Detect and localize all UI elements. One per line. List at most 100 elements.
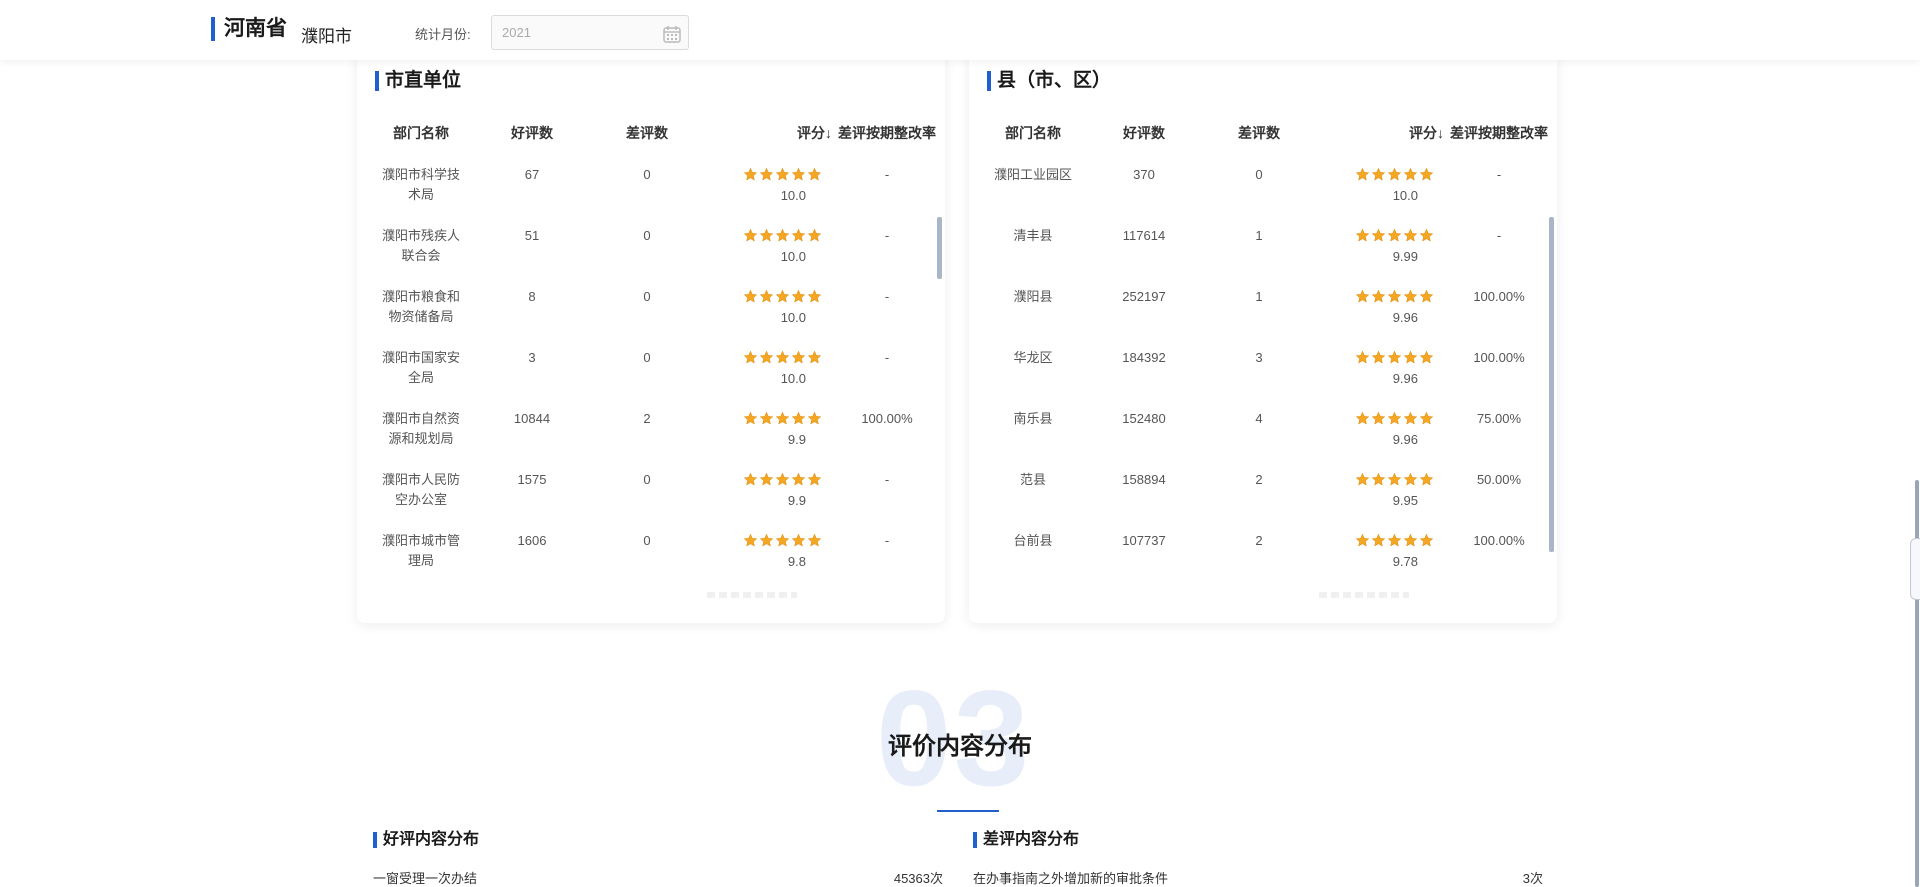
star-icon <box>1355 228 1370 243</box>
bad-count: 0 <box>643 472 651 487</box>
good-count: 370 <box>1133 167 1155 182</box>
table-scrollbar[interactable] <box>1549 165 1554 552</box>
dept-name: 濮阳市城市管理局 <box>381 533 460 568</box>
city-selector[interactable]: 濮阳市 <box>301 22 352 47</box>
month-picker-input[interactable]: 2021 <box>491 15 689 50</box>
col-score-sort[interactable]: 评分↓ <box>702 123 832 143</box>
section-underline <box>937 810 999 812</box>
star-icon <box>743 533 758 548</box>
star-icon <box>775 533 790 548</box>
rating-stars <box>1314 228 1434 244</box>
bad-dist-item-label: 在办事指南之外增加新的审批条件 <box>973 871 1169 886</box>
star-icon <box>759 289 774 304</box>
col-name: 部门名称 <box>1005 125 1061 141</box>
star-icon <box>1403 228 1418 243</box>
star-icon <box>1387 289 1402 304</box>
rating-cell: 9.96 <box>1314 287 1434 328</box>
col-bad: 差评数 <box>626 125 668 141</box>
score-value: 10.0 <box>780 310 806 325</box>
table-row[interactable]: 濮阳市国家安全局 3 0 10.0 - <box>357 348 945 409</box>
table-row[interactable]: 华龙区 184392 3 9.96 100.00% <box>969 348 1557 409</box>
rating-cell: 10.0 <box>702 287 822 328</box>
table-row[interactable]: 濮阳县 252197 1 9.96 100.00% <box>969 287 1557 348</box>
table-row[interactable]: 清丰县 117614 1 9.99 - <box>969 226 1557 287</box>
calendar-icon[interactable] <box>662 23 682 43</box>
dept-name: 清丰县 <box>1013 228 1053 243</box>
star-icon <box>807 411 822 426</box>
bad-count: 1 <box>1255 228 1263 243</box>
table-row[interactable]: 南乐县 152480 4 9.96 75.00% <box>969 409 1557 470</box>
good-count: 158894 <box>1122 472 1166 487</box>
top-header: 河南省 濮阳市 统计月份: 2021 <box>0 0 1920 60</box>
star-icon <box>791 167 806 182</box>
score-value: 9.96 <box>1392 371 1418 386</box>
good-count: 3 <box>528 350 536 365</box>
star-icon <box>1403 411 1418 426</box>
table-body[interactable]: 濮阳工业园区 370 0 10.0 - 清丰县 117614 1 9.99 - 濮阳县 252197 1… <box>969 165 1557 623</box>
score-value: 9.78 <box>1392 554 1418 569</box>
star-icon <box>1419 533 1434 548</box>
rating-stars <box>702 411 822 427</box>
rating-cell: 10.0 <box>702 348 822 389</box>
dept-name: 濮阳市国家安全局 <box>381 350 460 385</box>
star-icon <box>807 350 822 365</box>
bad-dist-item-count: 3次 <box>1522 871 1543 886</box>
rectify-rate: - <box>884 228 890 243</box>
rectify-rate: - <box>884 167 890 182</box>
rating-cell: 9.9 <box>702 409 822 450</box>
dept-name: 范县 <box>1019 472 1046 487</box>
table-body[interactable]: 濮阳市科学技术局 67 0 10.0- 濮阳市残疾人联合会 51 0 10.0- 濮阳市粮食和物… <box>357 165 945 623</box>
star-icon <box>775 167 790 182</box>
star-icon <box>743 228 758 243</box>
col-score-sort[interactable]: 评分↓ <box>1314 123 1444 143</box>
col-good: 好评数 <box>1123 125 1165 141</box>
star-icon <box>775 228 790 243</box>
scrollbar-thumb[interactable] <box>1549 217 1554 552</box>
rating-stars <box>702 472 822 488</box>
good-dist-item-count: 45363次 <box>893 871 943 886</box>
rectify-rate: - <box>1496 228 1502 243</box>
table-row[interactable]: 濮阳市城市管理局 1606 0 9.8 - <box>357 531 945 592</box>
month-value: 2021 <box>502 25 531 40</box>
bad-count: 4 <box>1255 411 1263 426</box>
star-icon <box>1371 167 1386 182</box>
score-value: 9.96 <box>1392 432 1418 447</box>
table-row[interactable]: 台前县 107737 2 9.78 100.00% <box>969 531 1557 592</box>
score-value: 9.8 <box>787 554 806 569</box>
star-icon <box>807 228 822 243</box>
rating-cell: 9.99 <box>1314 226 1434 267</box>
dept-name: 濮阳市人民防空办公室 <box>381 472 460 507</box>
table-row[interactable]: 濮阳市自然资源和规划局 10844 2 9.9 100.00% <box>357 409 945 470</box>
table-row[interactable]: 濮阳市人民防空办公室 1575 0 9.9 - <box>357 470 945 531</box>
rating-cell: 10.0 <box>1314 165 1434 206</box>
star-icon <box>1371 350 1386 365</box>
star-icon <box>1387 167 1402 182</box>
table-row[interactable]: 濮阳市科学技术局 67 0 10.0 - <box>357 165 945 226</box>
dept-name: 濮阳市残疾人联合会 <box>381 228 460 263</box>
star-icon <box>1355 411 1370 426</box>
dept-name: 南乐县 <box>1013 411 1053 426</box>
table-row[interactable]: 濮阳工业园区 370 0 10.0 - <box>969 165 1557 226</box>
star-icon <box>743 411 758 426</box>
table-scrollbar[interactable] <box>937 165 942 545</box>
scrollbar-thumb[interactable] <box>937 217 942 279</box>
table-row[interactable]: 范县 158894 2 9.95 50.00% <box>969 470 1557 531</box>
table-row[interactable]: 濮阳市粮食和物资储备局 8 0 10.0 - <box>357 287 945 348</box>
star-icon <box>1387 533 1402 548</box>
side-float-tab[interactable] <box>1910 538 1920 600</box>
rating-stars <box>702 350 822 366</box>
rating-cell: 9.9 <box>702 470 822 511</box>
rating-stars <box>702 533 822 549</box>
star-icon <box>1403 350 1418 365</box>
dept-name: 濮阳工业园区 <box>993 167 1072 182</box>
rating-cell: 9.96 <box>1314 409 1434 450</box>
province-title[interactable]: 河南省 <box>211 17 287 41</box>
rectify-rate: 100.00% <box>1473 350 1525 365</box>
star-icon <box>1403 533 1418 548</box>
partial-row <box>707 592 797 598</box>
col-good: 好评数 <box>511 125 553 141</box>
star-icon <box>1387 228 1402 243</box>
star-icon <box>1371 411 1386 426</box>
good-count: 1606 <box>517 533 547 548</box>
table-row[interactable]: 濮阳市残疾人联合会 51 0 10.0 - <box>357 226 945 287</box>
